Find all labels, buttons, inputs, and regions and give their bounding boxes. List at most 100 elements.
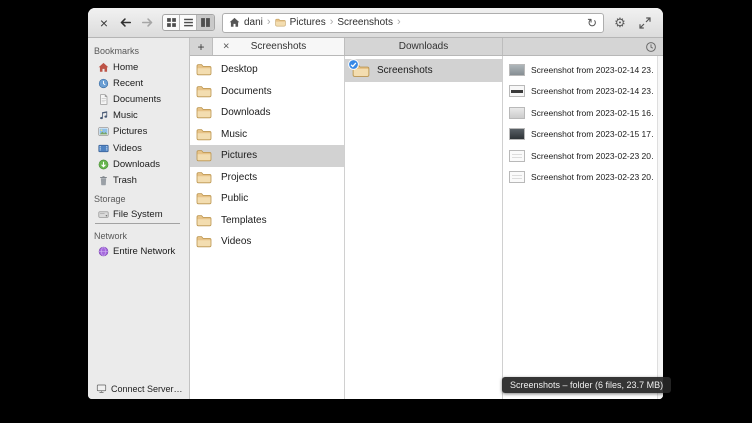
file-thumbnail: [509, 128, 525, 140]
sidebar-item-music[interactable]: Music: [88, 108, 189, 124]
new-tab-button[interactable]: +: [190, 38, 213, 55]
history-icon: [645, 41, 657, 53]
folder-row-label: Public: [221, 193, 248, 204]
connect-server-button[interactable]: Connect Server…: [96, 383, 183, 394]
column-view-button[interactable]: [197, 15, 214, 30]
tab-screenshots[interactable]: × Screenshots: [213, 38, 345, 55]
sidebar-section-header: Storage: [88, 189, 189, 207]
fullscreen-icon: [639, 17, 651, 29]
status-tooltip: Screenshots – folder (6 files, 23.7 MB): [502, 377, 671, 393]
connect-server-icon: [96, 383, 107, 394]
file-row-label: Screenshot from 2023-02-14 23…: [531, 65, 653, 75]
list-view-button[interactable]: [180, 15, 197, 30]
folder-icon: [196, 149, 212, 162]
tab-bar: + × Screenshots Downloads: [190, 38, 663, 56]
settings-menu-button[interactable]: ⚙: [611, 14, 629, 32]
sidebar-item-label: Videos: [113, 143, 142, 154]
scrollbar-gutter[interactable]: [657, 56, 663, 399]
folder-row-projects[interactable]: Projects: [190, 167, 344, 189]
column-home: DesktopDocuments Downloads Music PicturesPr…: [190, 56, 345, 399]
breadcrumb-segment-pictures[interactable]: Pictures: [275, 17, 326, 28]
file-row-label: Screenshot from 2023-02-23 20…: [531, 151, 653, 161]
folder-row-public[interactable]: Public: [190, 188, 344, 210]
folder-icon: [275, 17, 286, 28]
grid-view-icon: [166, 17, 177, 28]
miller-columns: DesktopDocuments Downloads Music PicturesPr…: [190, 56, 663, 399]
back-button[interactable]: [118, 16, 133, 30]
folder-row-label: Downloads: [221, 107, 270, 118]
back-arrow-icon: [119, 17, 132, 28]
forward-button[interactable]: [140, 16, 155, 30]
sidebar-item-home[interactable]: Home: [88, 59, 189, 75]
music-icon: [98, 110, 109, 121]
folder-row-documents[interactable]: Documents: [190, 81, 344, 103]
sidebar-item-recent[interactable]: Recent: [88, 75, 189, 91]
window-close-button[interactable]: ×: [97, 16, 111, 30]
sidebar-section-header: Bookmarks: [88, 41, 189, 59]
connect-server-label: Connect Server…: [111, 384, 183, 394]
main-area: BookmarksHomeRecentDocumentsMusicPicture…: [88, 38, 663, 399]
column-view-icon: [200, 17, 211, 28]
sidebar-item-label: Home: [113, 62, 138, 73]
grid-view-button[interactable]: [163, 15, 180, 30]
file-row-label: Screenshot from 2023-02-15 16…: [531, 108, 653, 118]
home-icon: [98, 62, 109, 73]
file-row[interactable]: Screenshot from 2023-02-15 17…: [503, 124, 657, 146]
file-thumbnail: [509, 85, 525, 97]
file-row-label: Screenshot from 2023-02-14 23…: [531, 86, 653, 96]
sidebar-item-documents[interactable]: Documents: [88, 91, 189, 107]
sidebar-item-downloads[interactable]: Downloads: [88, 156, 189, 172]
chevron-right-icon: ›: [265, 17, 273, 28]
folder-row-label: Screenshots: [377, 65, 433, 76]
breadcrumb-segment-screenshots[interactable]: Screenshots: [337, 17, 393, 28]
folder-icon: [196, 63, 212, 76]
trash-icon: [98, 175, 109, 186]
sidebar: Bookmarks Home Recent DocumentsMusicPicture…: [88, 38, 190, 399]
folder-row-downloads[interactable]: Downloads: [190, 102, 344, 124]
file-row[interactable]: Screenshot from 2023-02-15 16…: [503, 102, 657, 124]
history-button[interactable]: [639, 38, 663, 55]
toolbar: × dani›Pictures›Screenshots› ↻ ⚙: [88, 8, 663, 38]
file-row[interactable]: Screenshot from 2023-02-23 20…: [503, 145, 657, 167]
file-row-label: Screenshot from 2023-02-15 17…: [531, 129, 653, 139]
sidebar-item-pictures[interactable]: Pictures: [88, 124, 189, 140]
breadcrumb[interactable]: dani›Pictures›Screenshots› ↻: [222, 13, 604, 33]
folder-row-templates[interactable]: Templates: [190, 210, 344, 232]
pictures-icon: [98, 126, 109, 137]
tab-label: Screenshots: [251, 41, 307, 52]
folder-icon: [196, 106, 212, 119]
selected-check-icon: [348, 59, 359, 70]
folder-icon: [196, 171, 212, 184]
file-thumbnail: [509, 64, 525, 76]
folder-row-desktop[interactable]: Desktop: [190, 59, 344, 81]
sidebar-item-label: Entire Network: [113, 246, 175, 257]
file-row[interactable]: Screenshot from 2023-02-14 23…: [503, 81, 657, 103]
file-row[interactable]: Screenshot from 2023-02-14 23…: [503, 59, 657, 81]
sidebar-item-entire-network[interactable]: Entire Network: [88, 244, 189, 260]
sidebar-item-label: Downloads: [113, 159, 160, 170]
sidebar-item-trash[interactable]: Trash: [88, 172, 189, 188]
file-manager-window: × dani›Pictures›Screenshots› ↻ ⚙ Bookmar…: [88, 8, 663, 399]
file-row-label: Screenshot from 2023-02-23 20…: [531, 172, 653, 182]
tab-downloads[interactable]: Downloads: [345, 38, 503, 55]
breadcrumb-segment-dani[interactable]: dani: [229, 17, 263, 28]
downloads-icon: [98, 159, 109, 170]
sidebar-item-videos[interactable]: Videos: [88, 140, 189, 156]
folder-icon: [196, 128, 212, 141]
sidebar-item-label: Recent: [113, 78, 143, 89]
folder-row-music[interactable]: Music: [190, 124, 344, 146]
network-icon: [98, 246, 109, 257]
sidebar-item-file-system[interactable]: File System: [88, 207, 189, 223]
folder-row-pictures[interactable]: Pictures: [190, 145, 344, 167]
home-icon: [229, 17, 240, 28]
forward-arrow-icon: [141, 17, 154, 28]
folder-icon-wrap: [352, 63, 370, 78]
folder-row-label: Music: [221, 129, 247, 140]
reload-button[interactable]: ↻: [587, 17, 597, 29]
folder-row-screenshots[interactable]: Screenshots: [345, 59, 502, 82]
tab-close-button[interactable]: ×: [223, 41, 229, 52]
fullscreen-button[interactable]: [636, 14, 654, 32]
folder-row-videos[interactable]: Videos: [190, 231, 344, 253]
folder-icon: [196, 235, 212, 248]
file-row[interactable]: Screenshot from 2023-02-23 20…: [503, 167, 657, 189]
